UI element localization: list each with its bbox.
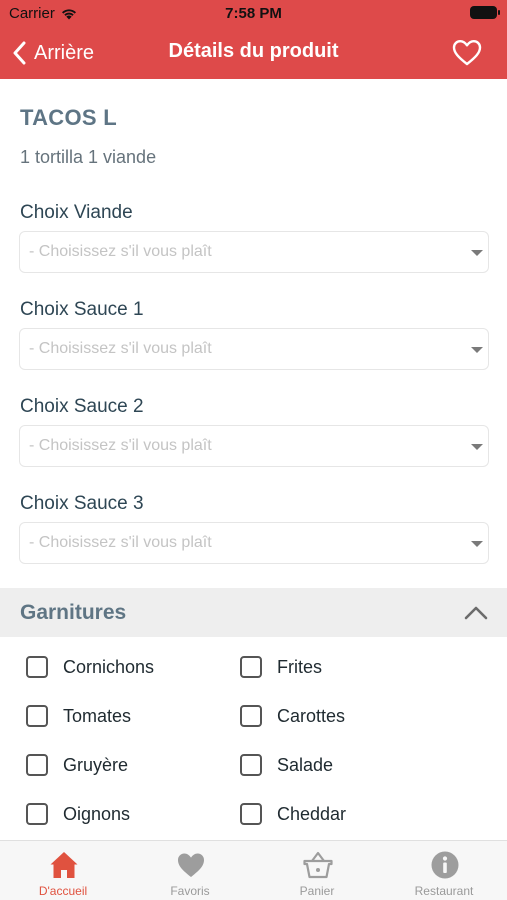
checkbox-carottes[interactable]: Carottes [240, 701, 345, 731]
checkbox-cheddar[interactable]: Cheddar [240, 799, 346, 829]
caret-down-icon [471, 541, 483, 547]
basket-icon [303, 851, 333, 879]
option-label-viande: Choix Viande [20, 202, 133, 223]
select-placeholder: - Choisissez s'il vous plaît [29, 340, 212, 357]
checkbox-square [26, 705, 48, 727]
checkbox-label: Carottes [277, 705, 346, 726]
checkbox-square [240, 656, 262, 678]
tab-panier[interactable]: Panier [254, 841, 380, 900]
checkbox-salade[interactable]: Salade [240, 750, 333, 780]
checkbox-square [240, 754, 262, 776]
select-sauce-3[interactable]: - Choisissez s'il vous plaît [19, 522, 489, 564]
product-description: 1 tortilla 1 viande [20, 147, 157, 167]
heart-icon [178, 853, 204, 877]
caret-down-icon [471, 347, 483, 353]
favorite-heart-icon[interactable] [452, 39, 482, 67]
checkbox-label: Tomates [63, 705, 132, 726]
option-label-sauce-2: Choix Sauce 2 [20, 396, 144, 417]
select-placeholder: - Choisissez s'il vous plaît [29, 243, 212, 260]
section-title: Garnitures [20, 601, 127, 624]
tab-restaurant[interactable]: Restaurant [381, 841, 507, 900]
info-icon [431, 851, 459, 879]
status-bar: Carrier 7:58 PM [0, 0, 507, 28]
checkbox-square [26, 656, 48, 678]
checkbox-square [240, 803, 262, 825]
tab-favoris[interactable]: Favoris [127, 841, 253, 900]
tab-accueil[interactable]: D'accueil [0, 841, 126, 900]
checkbox-label: Cornichons [63, 656, 155, 677]
checkbox-label: Frites [277, 656, 322, 677]
checkbox-cornichons[interactable]: Cornichons [26, 652, 154, 682]
checkbox-gruyere[interactable]: Gruyère [26, 750, 128, 780]
select-viande[interactable]: - Choisissez s'il vous plaît [19, 231, 489, 273]
option-label-sauce-3: Choix Sauce 3 [20, 493, 144, 514]
checkbox-label: Oignons [63, 803, 131, 824]
product-name: TACOS L [20, 105, 118, 130]
option-label-sauce-1: Choix Sauce 1 [20, 299, 144, 320]
tab-bar: D'accueil Favoris Panier Restaurant [0, 840, 507, 900]
home-icon [50, 852, 78, 878]
battery-icon [470, 6, 500, 19]
checkbox-tomates[interactable]: Tomates [26, 701, 131, 731]
checkbox-square [26, 754, 48, 776]
checkbox-frites[interactable]: Frites [240, 652, 322, 682]
tab-label: Panier [299, 884, 335, 898]
select-sauce-1[interactable]: - Choisissez s'il vous plaît [19, 328, 489, 370]
select-placeholder: - Choisissez s'il vous plaît [29, 437, 212, 454]
nav-bar: Arrière Détails du produit [0, 28, 507, 79]
tab-label: Favoris [170, 884, 210, 898]
checkbox-label: Gruyère [63, 754, 129, 775]
checkbox-square [240, 705, 262, 727]
status-time: 7:58 PM [225, 5, 282, 22]
select-placeholder: - Choisissez s'il vous plaît [29, 534, 212, 551]
select-sauce-2[interactable]: - Choisissez s'il vous plaît [19, 425, 489, 467]
checkbox-label: Salade [277, 754, 334, 775]
chevron-up-icon [464, 606, 488, 620]
checkbox-label: Cheddar [277, 803, 347, 824]
caret-down-icon [471, 444, 483, 450]
tab-label: D'accueil [38, 884, 88, 898]
checkbox-square [26, 803, 48, 825]
garnitures-section-header[interactable]: Garnitures [0, 588, 507, 637]
caret-down-icon [471, 250, 483, 256]
tab-label: Restaurant [414, 884, 474, 898]
page-title: Détails du produit [168, 40, 339, 62]
checkbox-oignons[interactable]: Oignons [26, 799, 130, 829]
